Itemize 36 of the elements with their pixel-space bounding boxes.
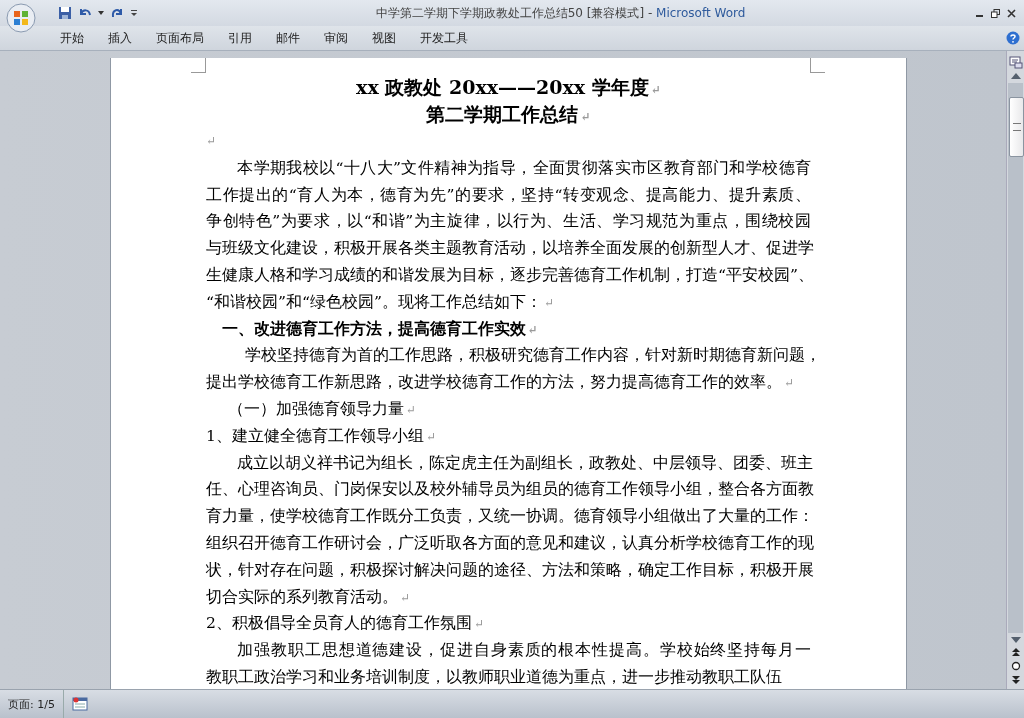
document-view-icon[interactable] [71, 697, 88, 711]
subsection-heading: （一）加强德育领导力量↵ [226, 398, 417, 420]
body-paragraph: 加强教职工思想道德建设，促进自身素质的根本性提高。学校始终坚持每月一 教职工政治学习和业务培训制度，以教师职业道德为重点，进一步推动教职工队伍 [206, 640, 811, 688]
ribbon-tab[interactable]: 开始 [48, 27, 96, 49]
page-indicator[interactable]: 页面: 1/5 [0, 690, 64, 718]
customize-toolbar-icon[interactable] [130, 9, 138, 17]
save-icon[interactable] [58, 6, 72, 20]
ribbon-tab[interactable]: 审阅 [312, 27, 360, 49]
dropdown-caret-icon[interactable] [98, 11, 104, 15]
window-title: 中学第二学期下学期政教处工作总结50 [兼容模式] - [375, 5, 654, 20]
document-title: xx 政教处 20xx——20xx 学年度↵ [355, 75, 662, 100]
next-page-icon[interactable] [1010, 675, 1021, 685]
vertical-scrollbar[interactable] [1006, 51, 1024, 689]
ribbon-tab[interactable]: 邮件 [264, 27, 312, 49]
scroll-down-icon[interactable] [1010, 637, 1021, 643]
help-icon[interactable] [1006, 31, 1020, 45]
document-title: 第二学期工作总结↵ [425, 102, 592, 127]
app-name: Microsoft Word [656, 5, 746, 20]
ribbon-tab[interactable]: 引用 [216, 27, 264, 49]
section-heading: 一、改进德育工作方法，提高德育工作实效↵ [220, 317, 539, 340]
list-item-heading: 2、积极倡导全员育人的德育工作氛围↵ [206, 613, 485, 635]
body-paragraph: 本学期我校以“十八大”文件精神为指导，全面贯彻落实市区教育部门和学校德育 工作提出的“育人为本，德育为先”的要求，坚持“转变观念、提高能力、提升素质、 争创特色”为要求，以“和谐”为主旋律，以行为、生活、学习规范为重点，围绕校园 与班级文化建设，积极开展各类主题教育活动，以培养全面发展的创新型人才、促进学 生健康人格和学习成绩的和谐发展为目标，逐步完善德育工作机制，打造“平安校园”、 “和谐校园”和“绿色校园”。现将工作总结如下：↵ [206, 157, 811, 313]
browse-object-icon[interactable] [1010, 661, 1021, 671]
redo-icon[interactable] [110, 6, 124, 20]
ribbon-tab[interactable]: 视图 [360, 27, 408, 49]
ribbon-tab[interactable]: 页面布局 [144, 27, 216, 49]
list-item-heading: 1、建立健全德育工作领导小组↵ [206, 425, 437, 447]
restore-icon[interactable] [991, 8, 1000, 18]
ruler-toggle-icon[interactable] [1008, 55, 1023, 69]
empty-paragraph: ↵ [206, 133, 218, 150]
ribbon-tab[interactable]: 开发工具 [408, 27, 480, 49]
previous-page-icon[interactable] [1010, 647, 1021, 657]
scroll-up-icon[interactable] [1010, 73, 1021, 79]
scroll-thumb[interactable] [1009, 97, 1024, 157]
close-icon[interactable] [1007, 8, 1016, 18]
ribbon-tab[interactable]: 插入 [96, 27, 144, 49]
